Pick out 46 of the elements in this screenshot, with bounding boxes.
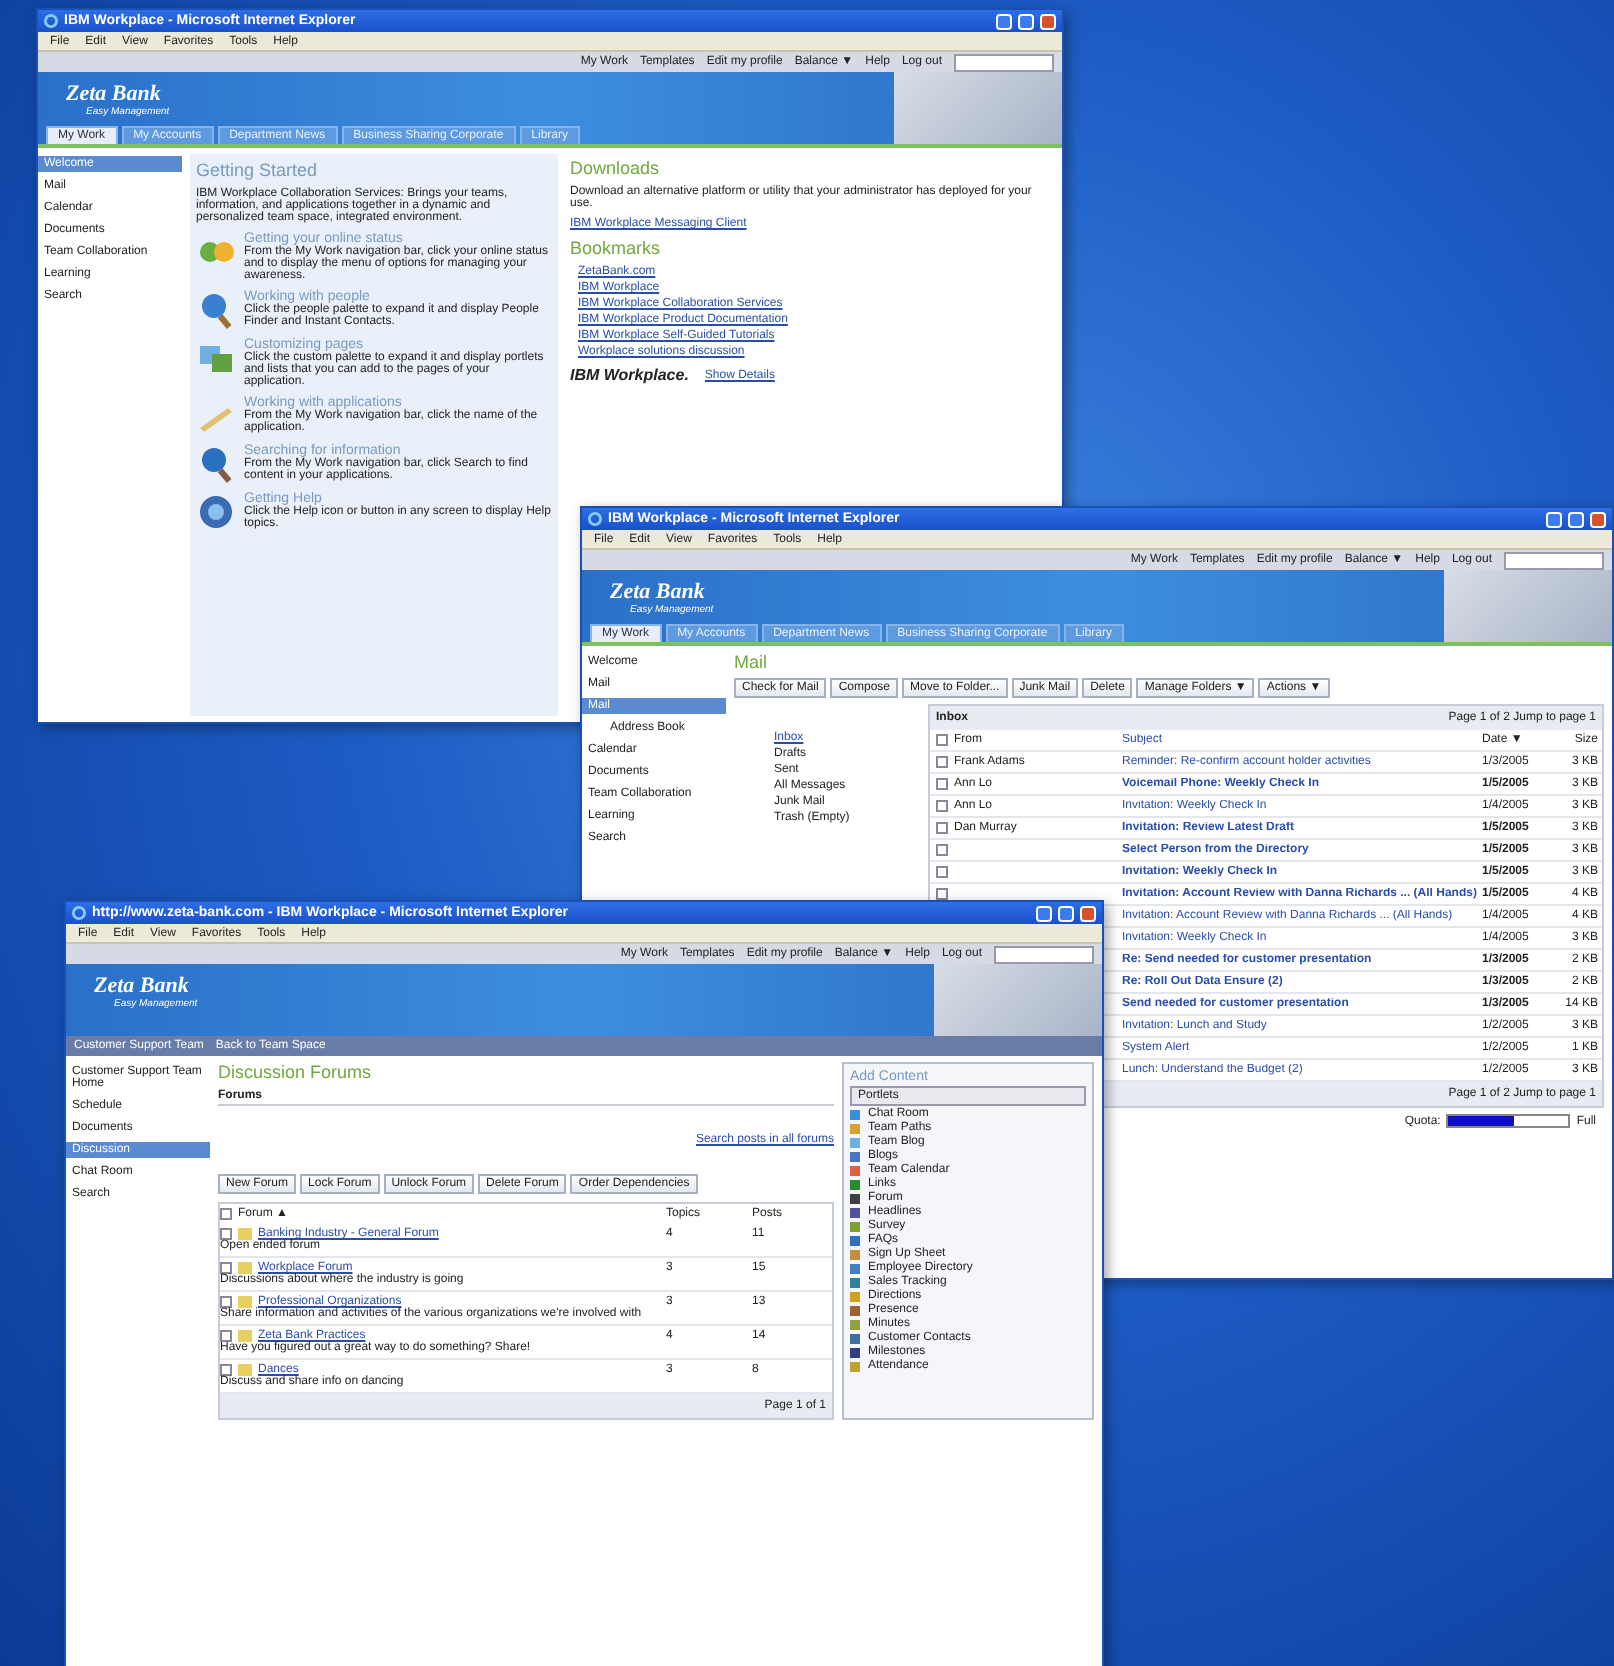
row-checkbox[interactable] bbox=[936, 866, 948, 878]
select-all-checkbox[interactable] bbox=[936, 734, 948, 746]
logo-text: Zeta Bank bbox=[610, 580, 707, 604]
row-checkbox[interactable] bbox=[220, 1364, 232, 1376]
magnifier-icon bbox=[196, 290, 236, 330]
panel-title: Getting Started bbox=[196, 160, 320, 180]
close-button[interactable] bbox=[1590, 511, 1606, 527]
browser-logo-icon bbox=[72, 906, 86, 920]
search-field[interactable] bbox=[1504, 551, 1604, 569]
browser-logo-icon bbox=[588, 512, 602, 526]
row-checkbox[interactable] bbox=[936, 844, 948, 856]
minimize-button[interactable] bbox=[1546, 511, 1562, 527]
search-field[interactable] bbox=[994, 945, 1094, 963]
minimize-button[interactable] bbox=[1036, 905, 1052, 921]
page-title: Discussion Forums bbox=[218, 1062, 374, 1082]
row-checkbox[interactable] bbox=[220, 1262, 232, 1274]
select-all-checkbox[interactable] bbox=[220, 1208, 232, 1220]
row-checkbox[interactable] bbox=[936, 756, 948, 768]
page-title: Mail bbox=[734, 652, 770, 672]
magnifier-icon bbox=[196, 444, 236, 484]
close-button[interactable] bbox=[1040, 13, 1056, 29]
row-checkbox[interactable] bbox=[936, 800, 948, 812]
section-title: Bookmarks bbox=[570, 238, 663, 258]
row-checkbox[interactable] bbox=[936, 888, 948, 900]
folder-icon bbox=[238, 1262, 252, 1274]
maximize-button[interactable] bbox=[1058, 905, 1074, 921]
row-checkbox[interactable] bbox=[220, 1330, 232, 1342]
row-checkbox[interactable] bbox=[220, 1296, 232, 1308]
folder-icon bbox=[238, 1330, 252, 1342]
folder-icon bbox=[238, 1296, 252, 1308]
section-title: Downloads bbox=[570, 158, 662, 178]
search-field[interactable] bbox=[954, 53, 1054, 71]
browser-logo-icon bbox=[44, 14, 58, 28]
close-button[interactable] bbox=[1080, 905, 1096, 921]
minimize-button[interactable] bbox=[996, 13, 1012, 29]
row-checkbox[interactable] bbox=[936, 822, 948, 834]
logo-text: Zeta Bank bbox=[94, 974, 191, 998]
maximize-button[interactable] bbox=[1568, 511, 1584, 527]
row-checkbox[interactable] bbox=[220, 1228, 232, 1240]
folder-icon bbox=[238, 1228, 252, 1240]
folder-icon bbox=[238, 1364, 252, 1376]
brand-text: IBM Workplace. bbox=[570, 366, 689, 384]
logo-text: Zeta Bank bbox=[66, 82, 163, 106]
maximize-button[interactable] bbox=[1018, 13, 1034, 29]
row-checkbox[interactable] bbox=[936, 778, 948, 790]
help-icon bbox=[196, 492, 236, 532]
